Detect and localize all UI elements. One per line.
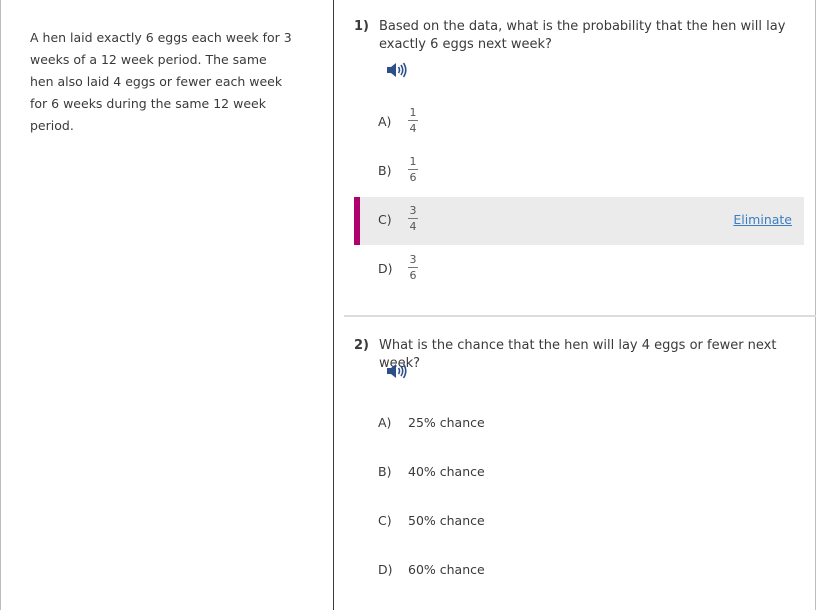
option-letter: C) (378, 513, 392, 528)
option-letter: B) (378, 163, 392, 178)
denominator: 4 (409, 122, 417, 135)
option-text: 50% chance (408, 513, 485, 528)
q1-option-d[interactable]: D) 3 6 (354, 246, 804, 294)
numerator: 1 (409, 155, 417, 168)
fraction: 1 6 (408, 155, 418, 184)
right-edge (815, 0, 816, 610)
option-text: 25% chance (408, 415, 485, 430)
q2-option-d[interactable]: D) 60% chance (354, 547, 804, 595)
numerator: 1 (409, 106, 417, 119)
fraction: 3 6 (408, 253, 418, 282)
option-letter: A) (378, 415, 392, 430)
question-2-text: What is the chance that the hen will lay… (379, 338, 777, 371)
q1-option-a[interactable]: A) 1 4 (354, 99, 804, 147)
option-letter: B) (378, 464, 392, 479)
q2-option-c[interactable]: C) 50% chance (354, 498, 804, 546)
numerator: 3 (409, 253, 417, 266)
option-text: 40% chance (408, 464, 485, 479)
q2-option-b[interactable]: B) 40% chance (354, 449, 804, 497)
pane-divider[interactable] (333, 0, 334, 610)
eliminate-link[interactable]: Eliminate (733, 212, 792, 227)
passage-pane: A hen laid exactly 6 eggs each week for … (0, 0, 332, 610)
q1-option-c[interactable]: C) 3 4 Eliminate (354, 197, 804, 245)
speaker-icon[interactable] (386, 61, 408, 79)
fraction: 3 4 (408, 204, 418, 233)
numerator: 3 (409, 204, 417, 217)
option-letter: C) (378, 212, 392, 227)
denominator: 6 (409, 171, 417, 184)
denominator: 4 (409, 220, 417, 233)
question-divider (344, 315, 816, 317)
denominator: 6 (409, 269, 417, 282)
passage-text: A hen laid exactly 6 eggs each week for … (30, 30, 292, 133)
option-letter: D) (378, 261, 393, 276)
q1-option-b[interactable]: B) 1 6 (354, 148, 804, 196)
q2-option-a[interactable]: A) 25% chance (354, 400, 804, 448)
option-letter: D) (378, 562, 393, 577)
speaker-icon[interactable] (386, 362, 408, 380)
question-1-number: 1) (354, 19, 369, 34)
fraction: 1 4 (408, 106, 418, 135)
option-letter: A) (378, 114, 392, 129)
question-2-number: 2) (354, 338, 369, 353)
question-1-text: Based on the data, what is the probabili… (379, 19, 786, 52)
option-text: 60% chance (408, 562, 485, 577)
